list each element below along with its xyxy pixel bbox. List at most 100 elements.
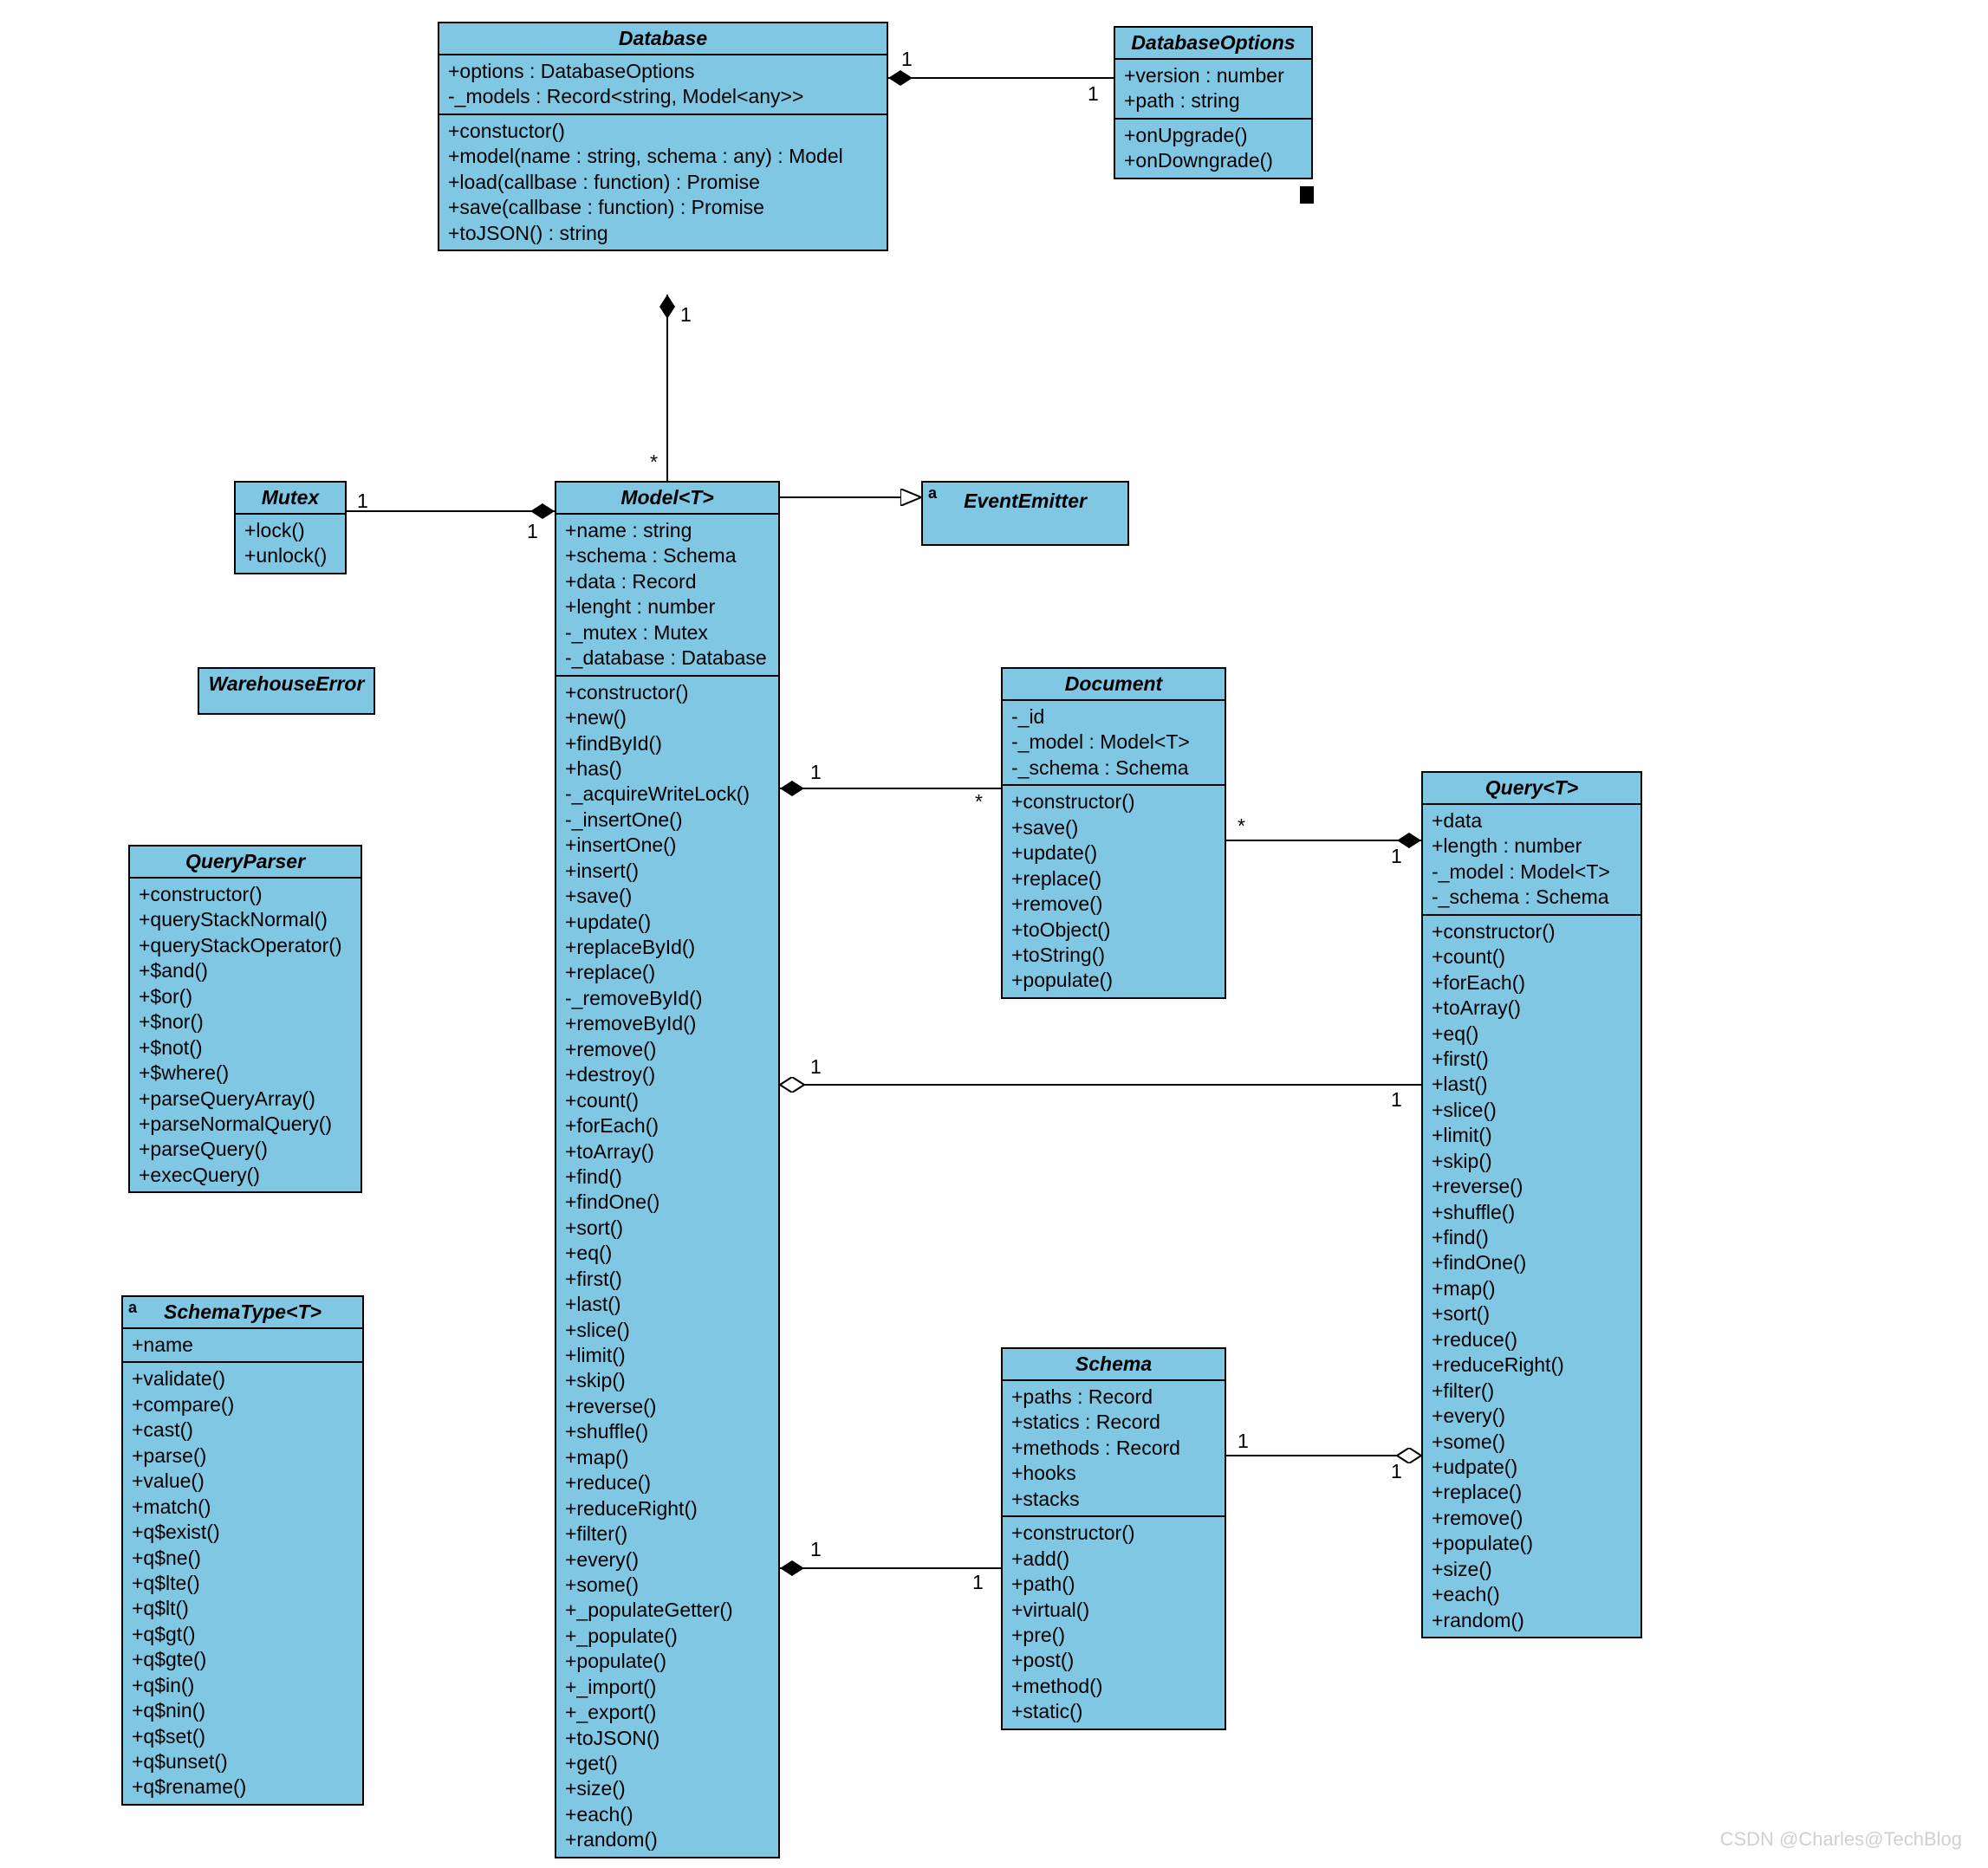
member-row: +update() bbox=[1011, 840, 1216, 866]
member-row: +constructor() bbox=[139, 882, 352, 907]
member-row: +first() bbox=[565, 1267, 770, 1292]
member-row: +_populate() bbox=[565, 1624, 770, 1649]
member-row: +path() bbox=[1011, 1572, 1216, 1597]
member-row: -_id bbox=[1011, 704, 1216, 730]
member-row: +every() bbox=[1432, 1404, 1632, 1429]
member-row: +data bbox=[1432, 808, 1632, 833]
member-row: +findById() bbox=[565, 731, 770, 756]
mult-model-sch-m: 1 bbox=[810, 1538, 822, 1561]
member-row: +parseQueryArray() bbox=[139, 1086, 352, 1112]
member-row: +constructor() bbox=[1011, 789, 1216, 814]
member-row: +get() bbox=[565, 1751, 770, 1776]
member-row: +constuctor() bbox=[448, 119, 878, 144]
member-row: +toJSON() bbox=[565, 1726, 770, 1751]
mult-model-query-m: 1 bbox=[810, 1055, 822, 1079]
member-row: +some() bbox=[565, 1573, 770, 1598]
member-row: +load(callbase : function) : Promise bbox=[448, 170, 878, 195]
member-row: +$or() bbox=[139, 984, 352, 1009]
class-eventemitter: a EventEmitter bbox=[921, 481, 1129, 546]
mult-model-mutex-x: 1 bbox=[357, 490, 368, 513]
member-row: +queryStackOperator() bbox=[139, 933, 352, 958]
member-row: +model(name : string, schema : any) : Mo… bbox=[448, 144, 878, 169]
class-queryparser-title: QueryParser bbox=[130, 846, 361, 879]
member-row: +insertOne() bbox=[565, 833, 770, 858]
member-row: +slice() bbox=[565, 1318, 770, 1343]
member-row: +virtual() bbox=[1011, 1598, 1216, 1623]
class-schema-title: Schema bbox=[1003, 1349, 1225, 1381]
member-row: +count() bbox=[565, 1088, 770, 1113]
class-schema-attrs: +paths : Record+statics : Record+methods… bbox=[1003, 1381, 1225, 1517]
mult-db-model-m: * bbox=[650, 451, 658, 474]
member-row: +skip() bbox=[565, 1368, 770, 1393]
member-row: +reduceRight() bbox=[1432, 1352, 1632, 1378]
member-row: +onDowngrade() bbox=[1124, 148, 1303, 173]
member-row: +$nor() bbox=[139, 1009, 352, 1035]
class-model-attrs: +name : string+schema : Schema+data : Re… bbox=[556, 515, 778, 677]
member-row: +name bbox=[132, 1333, 354, 1358]
member-row: +shuffle() bbox=[565, 1419, 770, 1444]
class-mutex-title: Mutex bbox=[236, 483, 345, 515]
member-row: +replace() bbox=[1011, 866, 1216, 892]
member-row: +skip() bbox=[1432, 1149, 1632, 1174]
member-row: +last() bbox=[1432, 1072, 1632, 1097]
member-row: +reduce() bbox=[565, 1470, 770, 1495]
class-database-ops: +constuctor()+model(name : string, schem… bbox=[439, 115, 887, 250]
abstract-label-schematype: a bbox=[128, 1299, 137, 1317]
member-row: +$where() bbox=[139, 1060, 352, 1086]
member-row: +version : number bbox=[1124, 63, 1303, 88]
member-row: +limit() bbox=[1432, 1123, 1632, 1148]
member-row: +replaceById() bbox=[565, 935, 770, 960]
class-query: Query<T> +data+length : number-_model : … bbox=[1421, 771, 1642, 1638]
member-row: +q$ne() bbox=[132, 1546, 354, 1571]
member-row: +save() bbox=[1011, 815, 1216, 840]
member-row: -_database : Database bbox=[565, 645, 770, 671]
class-eventemitter-title: EventEmitter bbox=[923, 483, 1127, 516]
member-row: +find() bbox=[1432, 1225, 1632, 1250]
member-row: +udpate() bbox=[1432, 1455, 1632, 1480]
member-row: +filter() bbox=[1432, 1378, 1632, 1404]
member-row: +q$exist() bbox=[132, 1520, 354, 1545]
member-row: +q$lte() bbox=[132, 1571, 354, 1596]
abstract-label-eventemitter: a bbox=[928, 484, 937, 503]
member-row: +toString() bbox=[1011, 943, 1216, 968]
member-row: +parse() bbox=[132, 1443, 354, 1469]
member-row: +map() bbox=[1432, 1276, 1632, 1301]
member-row: +replace() bbox=[1432, 1480, 1632, 1505]
member-row: +random() bbox=[565, 1827, 770, 1852]
class-document-attrs: -_id-_model : Model<T>-_schema : Schema bbox=[1003, 701, 1225, 786]
member-row: +_import() bbox=[565, 1675, 770, 1700]
member-row: +some() bbox=[1432, 1430, 1632, 1455]
member-row: +save(callbase : function) : Promise bbox=[448, 195, 878, 220]
class-query-attrs: +data+length : number-_model : Model<T>-… bbox=[1423, 805, 1640, 916]
mult-model-sch-s: 1 bbox=[972, 1571, 984, 1594]
member-row: +onUpgrade() bbox=[1124, 123, 1303, 148]
member-row: +value() bbox=[132, 1469, 354, 1494]
member-row: +stacks bbox=[1011, 1487, 1216, 1512]
member-row: +compare() bbox=[132, 1392, 354, 1417]
member-row: +q$rename() bbox=[132, 1774, 354, 1800]
member-row: -_schema : Schema bbox=[1011, 756, 1216, 781]
member-row: +has() bbox=[565, 756, 770, 782]
class-schematype: a SchemaType<T> +name +validate()+compar… bbox=[121, 1295, 364, 1806]
class-schema-ops: +constructor()+add()+path()+virtual()+pr… bbox=[1003, 1517, 1225, 1729]
watermark-text: CSDN @Charles@TechBlog bbox=[1720, 1828, 1962, 1851]
member-row: +reduce() bbox=[1432, 1327, 1632, 1352]
member-row: -_model : Model<T> bbox=[1432, 859, 1632, 885]
class-document-title: Document bbox=[1003, 669, 1225, 701]
mult-doc-query-d: * bbox=[1238, 814, 1245, 838]
member-row: +pre() bbox=[1011, 1623, 1216, 1648]
mult-db-opts-db: 1 bbox=[901, 48, 913, 71]
member-row: +path : string bbox=[1124, 88, 1303, 114]
member-row: +first() bbox=[1432, 1047, 1632, 1072]
class-model-title: Model<T> bbox=[556, 483, 778, 515]
member-row: +validate() bbox=[132, 1366, 354, 1391]
member-row: +populate() bbox=[1011, 968, 1216, 993]
member-row: +length : number bbox=[1432, 833, 1632, 859]
class-database-title: Database bbox=[439, 23, 887, 55]
note-tab-icon bbox=[1300, 186, 1314, 204]
class-warehouseerror: WarehouseError bbox=[198, 667, 375, 715]
member-row: +match() bbox=[132, 1495, 354, 1520]
mult-model-doc-m: 1 bbox=[810, 761, 822, 784]
member-row: +update() bbox=[565, 910, 770, 935]
member-row: +removeById() bbox=[565, 1011, 770, 1036]
